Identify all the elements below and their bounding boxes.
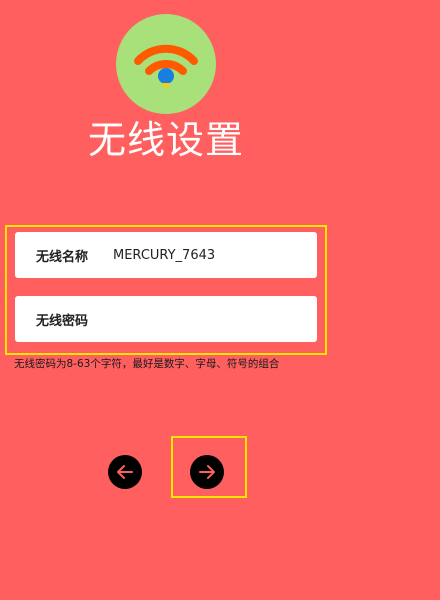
back-button[interactable] [108,455,142,489]
arrow-right-icon [199,465,215,479]
logo [116,14,216,114]
password-field[interactable]: 无线密码 [15,296,317,342]
arrow-left-icon [117,465,133,479]
next-button[interactable] [190,455,224,489]
password-hint: 无线密码为8-63个字符，最好是数字、字母、符号的组合 [14,358,280,370]
page-title: 无线设置 [87,118,244,162]
ssid-input[interactable] [113,247,303,263]
password-input[interactable] [113,311,303,327]
password-label: 无线密码 [36,313,89,329]
wifi-icon [134,44,198,89]
ssid-label: 无线名称 [36,249,89,265]
ssid-field[interactable]: 无线名称 [15,232,317,278]
